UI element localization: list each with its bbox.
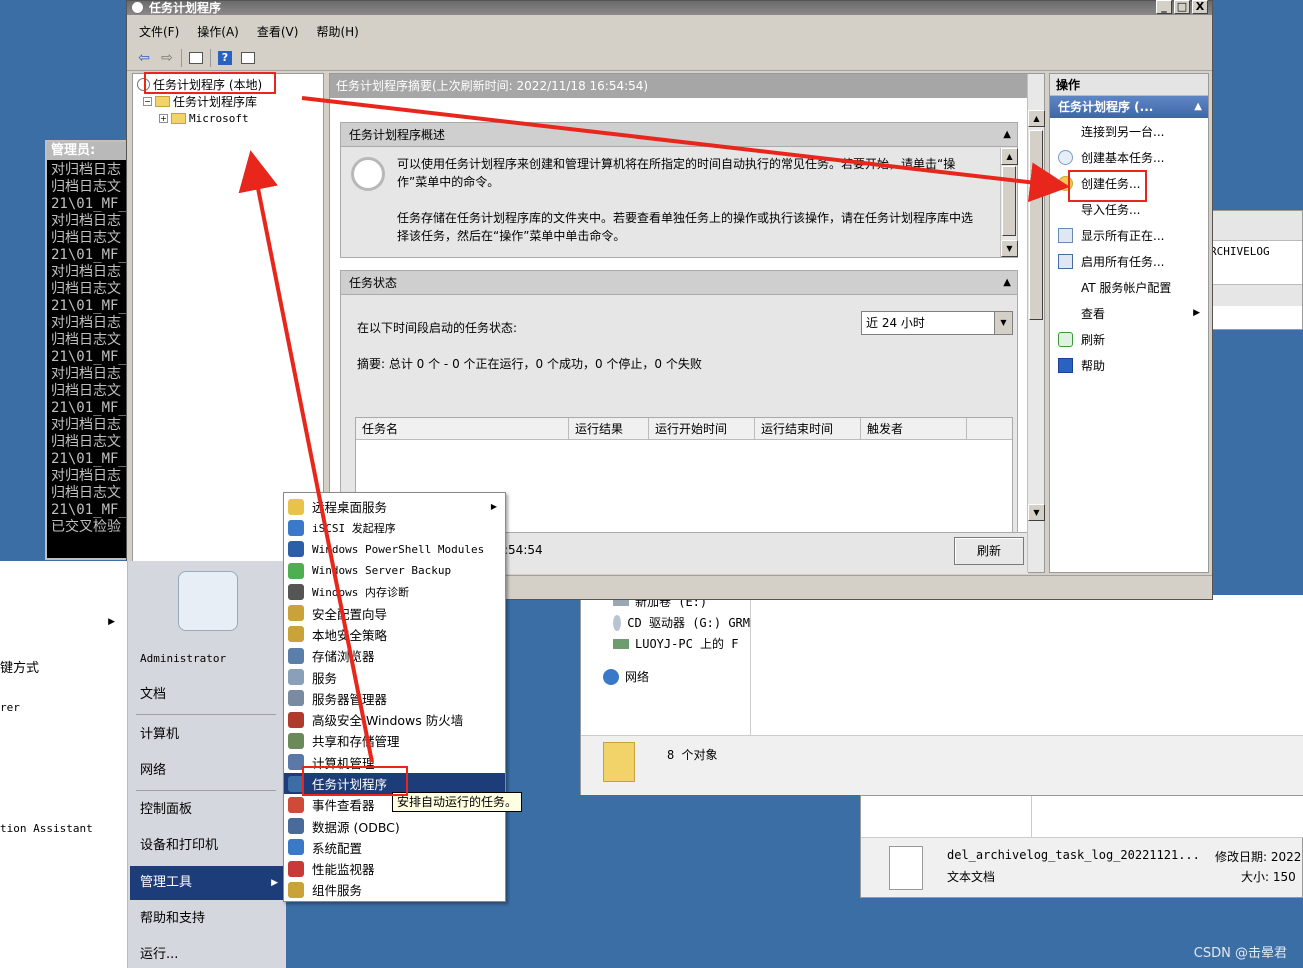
- annotation-arrows: [238, 96, 1070, 763]
- arrow-to-create-task: [301, 96, 1070, 203]
- watermark: CSDN @击晕君: [1193, 946, 1287, 961]
- arrow-to-tree-root: [238, 150, 374, 763]
